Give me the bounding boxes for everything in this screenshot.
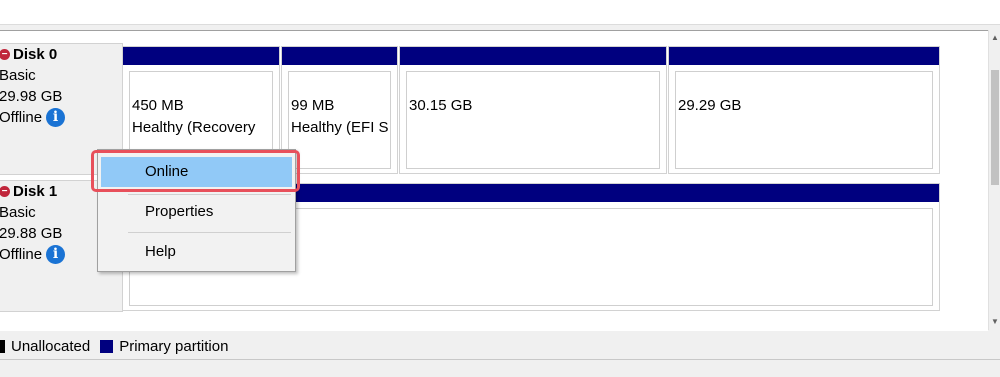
status-bar: [0, 359, 1000, 377]
partition-size: 450 MB: [132, 97, 184, 114]
partition-status: Healthy (Recovery: [132, 119, 256, 136]
menu-item-properties[interactable]: Properties: [101, 197, 292, 227]
legend: Unallocated Primary partition: [0, 334, 1000, 358]
scrollbar-thumb[interactable]: [991, 70, 999, 185]
info-icon[interactable]: i: [46, 108, 66, 127]
partition-size: 29.29 GB: [678, 97, 742, 114]
partition-size: 30.15 GB: [409, 97, 473, 114]
partition-inner: [406, 71, 660, 169]
partition-bar: [400, 47, 666, 65]
partition-4[interactable]: 29.29 GB: [668, 46, 940, 174]
vertical-scrollbar[interactable]: ▲ ▼: [988, 30, 1000, 330]
primary-partition-swatch: [100, 339, 114, 353]
disk-0-status: Offline: [0, 109, 43, 126]
partition-text: 29.29 GB: [678, 95, 935, 117]
toolbar-area: [0, 0, 1000, 25]
menu-item-help[interactable]: Help: [101, 237, 292, 267]
partition-bar: [669, 47, 939, 65]
partition-text: 450 MB Healthy (Recovery: [132, 95, 275, 139]
scroll-up-icon[interactable]: ▲: [990, 32, 1000, 44]
disk-1-name: Disk 1: [13, 183, 58, 200]
disk-0-title: − Disk 0: [0, 44, 122, 65]
highlight-annotation: [91, 150, 300, 192]
legend-unallocated: Unallocated: [11, 337, 91, 355]
legend-primary: Primary partition: [119, 337, 229, 355]
partition-text: 99 MB Healthy (EFI S: [291, 95, 393, 139]
disk-1-status: Offline: [0, 246, 43, 263]
disk-0-size: 29.98 GB: [0, 88, 63, 105]
menu-separator: [128, 232, 291, 233]
partition-3[interactable]: 30.15 GB: [399, 46, 667, 174]
partition-inner: [675, 71, 933, 169]
error-icon: −: [0, 186, 10, 197]
menu-separator: [128, 194, 291, 195]
error-icon: −: [0, 49, 10, 60]
partition-size: 99 MB: [291, 97, 335, 114]
unallocated-swatch: [0, 339, 5, 353]
disk-0-status-line: Offline i: [0, 107, 122, 128]
info-icon[interactable]: i: [46, 245, 66, 264]
disk-0-name: Disk 0: [13, 46, 58, 63]
disk-0-type: Basic: [0, 67, 36, 84]
partition-status: Healthy (EFI S: [291, 119, 389, 136]
partition-text: 30.15 GB: [409, 95, 662, 117]
partition-bar: [282, 47, 397, 65]
scroll-down-icon[interactable]: ▼: [990, 316, 1000, 328]
partition-bar: [123, 47, 279, 65]
